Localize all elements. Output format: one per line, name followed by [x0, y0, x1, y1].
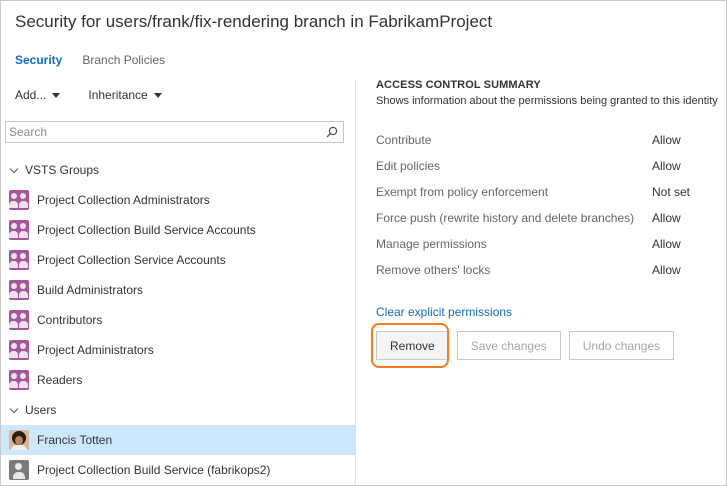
- group-icon: [9, 280, 29, 300]
- permission-value[interactable]: Allow: [652, 211, 681, 225]
- group-header-label: Users: [25, 403, 57, 417]
- permission-value[interactable]: Not set: [652, 185, 690, 199]
- service-account-icon: [9, 460, 29, 480]
- permission-name: Manage permissions: [376, 237, 487, 251]
- group-item-label: Project Administrators: [37, 343, 154, 357]
- group-icon: [9, 250, 29, 270]
- tab-security[interactable]: Security: [15, 53, 62, 69]
- group-icon: [9, 190, 29, 210]
- group-item-label: Readers: [37, 373, 83, 387]
- user-item-francis-totten[interactable]: Francis Totten: [1, 425, 355, 455]
- inheritance-dropdown-button[interactable]: Inheritance: [88, 88, 162, 102]
- permission-value[interactable]: Allow: [652, 159, 681, 173]
- undo-changes-button[interactable]: Undo changes: [568, 331, 675, 360]
- group-item-project-administrators[interactable]: Project Administrators: [1, 335, 355, 365]
- permission-name: Exempt from policy enforcement: [376, 185, 549, 199]
- group-item-build-administrators[interactable]: Build Administrators: [1, 275, 355, 305]
- group-header-users[interactable]: Users: [1, 395, 355, 425]
- panel-divider: [355, 81, 356, 485]
- permission-row: Edit policies Allow: [376, 153, 726, 179]
- permission-name: Remove others' locks: [376, 263, 491, 277]
- search-input[interactable]: [6, 122, 306, 142]
- identity-tree: VSTS Groups Project Collection Administr…: [1, 155, 355, 485]
- group-item-label: Project Collection Administrators: [37, 193, 210, 207]
- caret-down-icon: [52, 92, 61, 98]
- toolbar: Add... Inheritance: [15, 88, 162, 102]
- group-item-label: Project Collection Build Service Account…: [37, 223, 256, 237]
- caret-down-icon: [153, 92, 162, 98]
- group-icon: [9, 370, 29, 390]
- add-dropdown-button[interactable]: Add...: [15, 88, 61, 102]
- user-item-build-service[interactable]: Project Collection Build Service (fabrik…: [1, 455, 355, 485]
- group-item-project-collection-service-accounts[interactable]: Project Collection Service Accounts: [1, 245, 355, 275]
- security-dialog: Security for users/frank/fix-rendering b…: [0, 0, 727, 486]
- permission-name: Edit policies: [376, 159, 441, 173]
- permission-row: Force push (rewrite history and delete b…: [376, 205, 726, 231]
- page-title: Security for users/frank/fix-rendering b…: [15, 12, 493, 31]
- group-icon: [9, 220, 29, 240]
- group-item-label: Build Administrators: [37, 283, 144, 297]
- group-item-contributors[interactable]: Contributors: [1, 305, 355, 335]
- inheritance-label: Inheritance: [88, 88, 148, 102]
- permission-value[interactable]: Allow: [652, 237, 681, 251]
- group-icon: [9, 340, 29, 360]
- permission-row: Remove others' locks Allow: [376, 257, 726, 283]
- summary-title: ACCESS CONTROL SUMMARY: [376, 79, 541, 91]
- chevron-down-icon: [9, 164, 19, 173]
- group-item-project-collection-administrators[interactable]: Project Collection Administrators: [1, 185, 355, 215]
- group-header-vsts[interactable]: VSTS Groups: [1, 155, 355, 185]
- clear-explicit-permissions-link[interactable]: Clear explicit permissions: [376, 305, 512, 319]
- user-avatar: [9, 430, 29, 450]
- group-item-readers[interactable]: Readers: [1, 365, 355, 395]
- tab-branch-policies[interactable]: Branch Policies: [82, 53, 165, 69]
- permission-row: Manage permissions Allow: [376, 231, 726, 257]
- group-icon: [9, 310, 29, 330]
- summary-subtitle: Shows information about the permissions …: [376, 95, 718, 107]
- group-header-label: VSTS Groups: [25, 163, 100, 177]
- permissions-list: Contribute Allow Edit policies Allow Exe…: [376, 127, 726, 283]
- group-item-label: Project Collection Service Accounts: [37, 253, 226, 267]
- tab-bar: Security Branch Policies: [15, 53, 165, 69]
- save-changes-button[interactable]: Save changes: [456, 331, 561, 360]
- group-item-label: Contributors: [37, 313, 103, 327]
- permission-name: Contribute: [376, 133, 432, 147]
- permission-value[interactable]: Allow: [652, 263, 681, 277]
- add-label: Add...: [15, 88, 47, 102]
- action-buttons: Remove Save changes Undo changes: [376, 331, 675, 360]
- chevron-down-icon: [9, 404, 19, 413]
- remove-button[interactable]: Remove: [376, 331, 449, 360]
- permission-row: Contribute Allow: [376, 127, 726, 153]
- group-item-project-collection-build-service-accounts[interactable]: Project Collection Build Service Account…: [1, 215, 355, 245]
- permission-value[interactable]: Allow: [652, 133, 681, 147]
- permission-name: Force push (rewrite history and delete b…: [376, 211, 635, 225]
- user-item-label: Project Collection Build Service (fabrik…: [37, 463, 271, 477]
- search-icon[interactable]: [326, 126, 338, 138]
- permission-row: Exempt from policy enforcement Not set: [376, 179, 726, 205]
- search-box: [5, 121, 344, 143]
- user-item-label: Francis Totten: [37, 433, 113, 447]
